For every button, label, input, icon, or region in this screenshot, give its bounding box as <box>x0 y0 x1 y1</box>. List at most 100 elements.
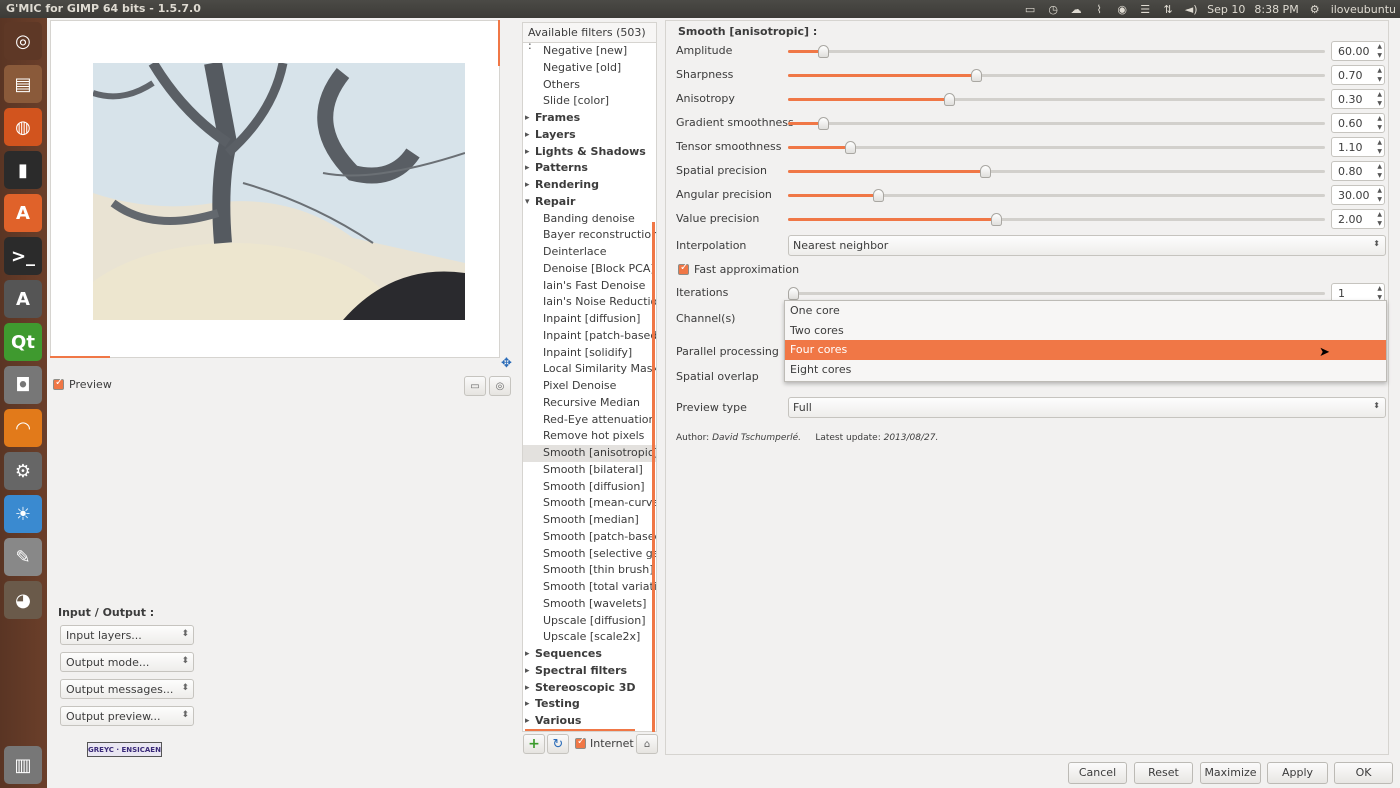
param-slider-knob[interactable] <box>980 165 991 178</box>
filter-item[interactable]: Others <box>523 77 656 94</box>
spin-arrows-icon[interactable]: ▲ ▼ <box>1377 138 1382 156</box>
preview-scrollbar-v[interactable] <box>498 20 500 66</box>
param-slider[interactable] <box>788 141 1325 154</box>
param-spinbox[interactable]: 0.30 ▲ ▼ <box>1331 89 1385 109</box>
cancel-button[interactable]: Cancel <box>1068 762 1127 784</box>
filter-tree-scrollbar[interactable] <box>652 222 655 732</box>
filter-item[interactable]: Upscale [scale2x] <box>523 629 656 646</box>
trash-icon[interactable]: ▥ <box>4 746 42 784</box>
ok-button[interactable]: OK <box>1334 762 1393 784</box>
param-spinbox[interactable]: 30.00 ▲ ▼ <box>1331 185 1385 205</box>
param-spinbox[interactable]: 0.80 ▲ ▼ <box>1331 161 1385 181</box>
filter-list[interactable]: Negative [new] Negative [old] Others Slide … <box>523 43 656 730</box>
param-slider[interactable] <box>788 117 1325 130</box>
filter-item[interactable]: Inpaint [patch-based] <box>523 328 656 345</box>
filter-item[interactable]: Smooth [bilateral] <box>523 462 656 479</box>
ubuntu-dash-icon[interactable]: ◎ <box>4 22 42 60</box>
spin-arrows-icon[interactable]: ▲ ▼ <box>1377 90 1382 108</box>
network-indicator-icon[interactable]: ⇅ <box>1161 3 1175 16</box>
filter-category[interactable]: Stereoscopic 3D <box>523 680 656 697</box>
option-two-cores[interactable]: Two cores <box>785 321 1386 341</box>
param-slider-knob[interactable] <box>818 45 829 58</box>
param-slider-knob[interactable] <box>873 189 884 202</box>
filter-item[interactable]: Smooth [thin brush] <box>523 562 656 579</box>
filter-item[interactable]: Smooth [total variatior <box>523 579 656 596</box>
filter-item[interactable]: Smooth [median] <box>523 512 656 529</box>
filter-item[interactable]: Negative [old] <box>523 60 656 77</box>
filter-item[interactable]: Negative [new] <box>523 43 656 60</box>
param-slider-knob[interactable] <box>971 69 982 82</box>
spin-arrows-icon[interactable]: ▲ ▼ <box>1377 210 1382 228</box>
filter-item[interactable]: Pixel Denoise <box>523 378 656 395</box>
apply-button[interactable]: Apply <box>1267 762 1328 784</box>
spin-arrows-icon[interactable]: ▲ ▼ <box>1377 186 1382 204</box>
preview-checkbox[interactable]: Preview <box>53 377 112 391</box>
user-label[interactable]: iloveubuntu <box>1331 3 1396 16</box>
date-label[interactable]: Sep 10 <box>1207 3 1245 16</box>
clock-indicator-icon[interactable]: ◷ <box>1046 3 1060 16</box>
filter-item[interactable]: Smooth [anisotropic] <box>523 445 656 462</box>
filter-category[interactable]: Layers <box>523 127 656 144</box>
filter-item[interactable]: Inpaint [solidify] <box>523 345 656 362</box>
iterations-slider[interactable] <box>788 287 1325 300</box>
param-spinbox[interactable]: 1.10 ▲ ▼ <box>1331 137 1385 157</box>
filter-item[interactable]: Smooth [patch-based] <box>523 529 656 546</box>
gimp-icon[interactable]: ◕ <box>4 581 42 619</box>
filter-category[interactable]: Spectral filters <box>523 663 656 680</box>
filter-category[interactable]: Frames <box>523 110 656 127</box>
filter-tree-scrollbar-h[interactable] <box>525 729 635 731</box>
time-label[interactable]: 8:38 PM <box>1254 3 1298 16</box>
preview-panel[interactable] <box>50 20 500 358</box>
preview-refresh-button[interactable]: ◎ <box>489 376 511 396</box>
preview-check-icon[interactable] <box>53 377 64 390</box>
filter-tree[interactable]: Available filters (503) : Negative [new]… <box>522 22 657 732</box>
spin-arrows-icon[interactable]: ▲ ▼ <box>1377 162 1382 180</box>
input-layers-select[interactable]: Input layers... <box>60 625 194 645</box>
cloud-indicator-icon[interactable]: ☁ <box>1069 3 1083 16</box>
firefox-icon[interactable]: ◍ <box>4 108 42 146</box>
qt-creator-icon[interactable]: Qt <box>4 323 42 361</box>
param-slider-knob[interactable] <box>944 93 955 106</box>
output-messages-select[interactable]: Output messages... <box>60 679 194 699</box>
param-spinbox[interactable]: 0.70 ▲ ▼ <box>1331 65 1385 85</box>
filter-item[interactable]: Denoise [Block PCA] <box>523 261 656 278</box>
option-eight-cores[interactable]: Eight cores <box>785 360 1386 380</box>
filter-item[interactable]: Slide [color] <box>523 93 656 110</box>
filter-item[interactable]: Smooth [selective gaus <box>523 546 656 563</box>
filter-category[interactable]: Rendering <box>523 177 656 194</box>
spin-arrows-icon[interactable]: ▲ ▼ <box>1377 114 1382 132</box>
spin-arrows-icon[interactable]: ▲ ▼ <box>1377 42 1382 60</box>
fast-approximation-row[interactable]: Fast approximation <box>676 259 1388 281</box>
filter-category[interactable]: Various <box>523 713 656 730</box>
settings-icon[interactable]: ⚙ <box>4 452 42 490</box>
tree-expand-button[interactable]: ⌂ <box>636 734 658 754</box>
filter-item[interactable]: Smooth [mean-curvatu <box>523 495 656 512</box>
param-slider-knob[interactable] <box>818 117 829 130</box>
filter-item[interactable]: Red-Eye attenuation <box>523 412 656 429</box>
param-slider[interactable] <box>788 189 1325 202</box>
filter-category[interactable]: Lights & Shadows <box>523 144 656 161</box>
filter-item[interactable]: Iain's Fast Denoise <box>523 278 656 295</box>
weather-icon[interactable]: ☀ <box>4 495 42 533</box>
filter-item[interactable]: Smooth [wavelets] <box>523 596 656 613</box>
param-slider[interactable] <box>788 93 1325 106</box>
add-favorite-button[interactable]: + <box>523 734 545 754</box>
update-manager-icon[interactable]: A <box>4 280 42 318</box>
filter-item[interactable]: Iain's Noise Reduction <box>523 294 656 311</box>
volume-indicator-icon[interactable]: ◄) <box>1184 3 1198 16</box>
filter-item[interactable]: Bayer reconstruction <box>523 227 656 244</box>
files-icon[interactable]: ▤ <box>4 65 42 103</box>
param-slider[interactable] <box>788 213 1325 226</box>
maximize-button[interactable]: Maximize <box>1200 762 1261 784</box>
fast-approximation-checkbox[interactable] <box>678 262 689 275</box>
preview-scrollbar-h[interactable] <box>50 356 110 358</box>
filter-item[interactable]: Local Similarity Mask <box>523 361 656 378</box>
output-preview-select[interactable]: Output preview... <box>60 706 194 726</box>
camera-icon[interactable]: ◘ <box>4 366 42 404</box>
filter-item[interactable]: Inpaint [diffusion] <box>523 311 656 328</box>
internet-checkbox[interactable]: Internet <box>575 736 634 750</box>
preview-type-select[interactable]: Full ⬍ <box>788 397 1386 418</box>
filter-item[interactable]: Banding denoise <box>523 211 656 228</box>
refresh-filters-button[interactable]: ↻ <box>547 734 569 754</box>
preview-image[interactable] <box>93 63 465 320</box>
